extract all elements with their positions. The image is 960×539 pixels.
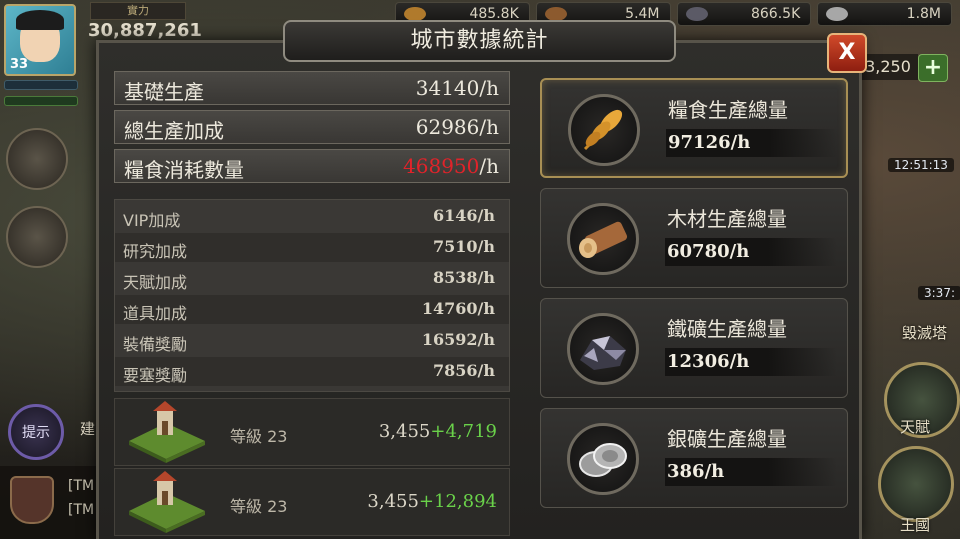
resource-value: 12306/h xyxy=(665,348,837,376)
avatar-hair xyxy=(16,10,64,30)
kingdom-map-button[interactable] xyxy=(878,446,954,522)
talent-label: 天賦 xyxy=(900,418,931,436)
stamina-bar xyxy=(4,96,78,106)
resource-value: 97126/h xyxy=(666,129,838,157)
gate-button[interactable] xyxy=(6,128,68,190)
wheat-icon xyxy=(404,7,426,21)
bonus-row-equipment: 裝備獎勵 16592/h xyxy=(115,326,509,355)
food-production-card[interactable]: 糧食生產總量 97126/h xyxy=(540,78,848,178)
bonus-value: 14760/h xyxy=(421,299,495,318)
iron-ore-icon xyxy=(685,7,708,21)
bonus-value: 7510/h xyxy=(432,237,495,256)
silver-coins-icon xyxy=(567,423,639,495)
bonus-value: 7856/h xyxy=(432,361,495,380)
stat-value: 34140/h xyxy=(415,76,499,100)
stat-label: 總生產加成 xyxy=(124,119,224,143)
chat-line: [TM xyxy=(68,502,95,518)
stat-food-consumption: 糧食消耗數量 468950/h xyxy=(114,149,510,183)
farm-production: 3,455+12,894 xyxy=(367,491,497,512)
buy-gold-button[interactable]: + xyxy=(918,54,948,82)
farm-row[interactable]: 等級 23 3,455+12,894 xyxy=(114,468,510,536)
bonus-breakdown: VIP加成 6146/h 研究加成 7510/h 天賦加成 8538/h 道具加… xyxy=(114,199,510,392)
farm-level: 等級 23 xyxy=(230,497,288,516)
chat-line: [TM xyxy=(68,478,95,494)
build-label: 建 xyxy=(80,420,96,438)
hint-button[interactable]: 提示 xyxy=(8,404,64,460)
bonus-label: VIP加成 xyxy=(123,211,181,230)
iron-ore-icon xyxy=(567,313,639,385)
bonus-row-vip: VIP加成 6146/h xyxy=(115,202,509,231)
farm-production: 3,455+4,719 xyxy=(378,421,497,442)
stat-total-bonus: 總生產加成 62986/h xyxy=(114,110,510,144)
bonus-value: 6146/h xyxy=(432,206,495,225)
bonus-label: 道具加成 xyxy=(123,304,188,323)
alliance-shield-icon xyxy=(10,476,54,524)
farm-level: 等級 23 xyxy=(230,427,288,446)
destroy-tower-label: 毀滅塔 xyxy=(902,324,948,342)
bonus-value: 8538/h xyxy=(432,268,495,287)
resource-iron[interactable]: 866.5K xyxy=(676,2,812,26)
player-level: 33 xyxy=(10,57,29,72)
bonus-label: 要塞獎勵 xyxy=(123,366,188,385)
silver-coins-icon xyxy=(826,7,849,21)
kingdom-label: 王國 xyxy=(900,516,931,534)
wheat-icon xyxy=(568,94,640,166)
bonus-row-research: 研究加成 7510/h xyxy=(115,233,509,262)
stat-label: 基礎生產 xyxy=(124,80,204,104)
resource-value: 60780/h xyxy=(665,238,837,266)
wood-production-card[interactable]: 木材生產總量 60780/h xyxy=(540,188,848,288)
exp-bar xyxy=(4,80,78,90)
resource-name: 糧食生產總量 xyxy=(668,98,788,122)
building-button[interactable] xyxy=(6,206,68,268)
farm-building-icon xyxy=(129,401,205,463)
close-button[interactable]: X xyxy=(827,33,867,73)
resource-value: 386/h xyxy=(665,458,837,486)
resource-name: 鐵礦生產總量 xyxy=(667,317,787,341)
wood-log-icon xyxy=(544,7,567,21)
wood-log-icon xyxy=(567,203,639,275)
player-avatar[interactable]: 33 xyxy=(4,4,76,76)
power-value: 30,887,261 xyxy=(88,20,202,41)
research-timer: 3:37: xyxy=(918,286,960,300)
farm-building-icon xyxy=(129,471,205,533)
resource-name: 木材生產總量 xyxy=(667,207,787,231)
dialog-title: 城市數據統計 xyxy=(283,20,676,62)
farm-row[interactable]: 等級 23 3,455+4,719 xyxy=(114,398,510,466)
power-label: 實力 xyxy=(90,2,186,20)
gold-count: 3,250 xyxy=(858,54,918,80)
bonus-label: 天賦加成 xyxy=(123,273,188,292)
stat-value: 468950/h xyxy=(403,154,499,178)
stat-value: 62986/h xyxy=(415,115,499,139)
resource-name: 銀礦生產總量 xyxy=(667,427,787,451)
chat-bar[interactable]: [TM [TM xyxy=(0,466,98,539)
stat-base-production: 基礎生產 34140/h xyxy=(114,71,510,105)
stat-label: 糧食消耗數量 xyxy=(124,158,244,182)
silver-production-card[interactable]: 銀礦生產總量 386/h xyxy=(540,408,848,508)
bonus-row-fortress: 要塞獎勵 7856/h xyxy=(115,357,509,386)
bonus-value: 16592/h xyxy=(421,330,495,349)
iron-production-card[interactable]: 鐵礦生產總量 12306/h xyxy=(540,298,848,398)
bonus-label: 研究加成 xyxy=(123,242,188,261)
bonus-label: 裝備獎勵 xyxy=(123,335,188,354)
resource-silver[interactable]: 1.8M xyxy=(817,2,952,26)
build-timer: 12:51:13 xyxy=(888,158,954,172)
bonus-row-item: 道具加成 14760/h xyxy=(115,295,509,324)
bonus-row-talent: 天賦加成 8538/h xyxy=(115,264,509,293)
